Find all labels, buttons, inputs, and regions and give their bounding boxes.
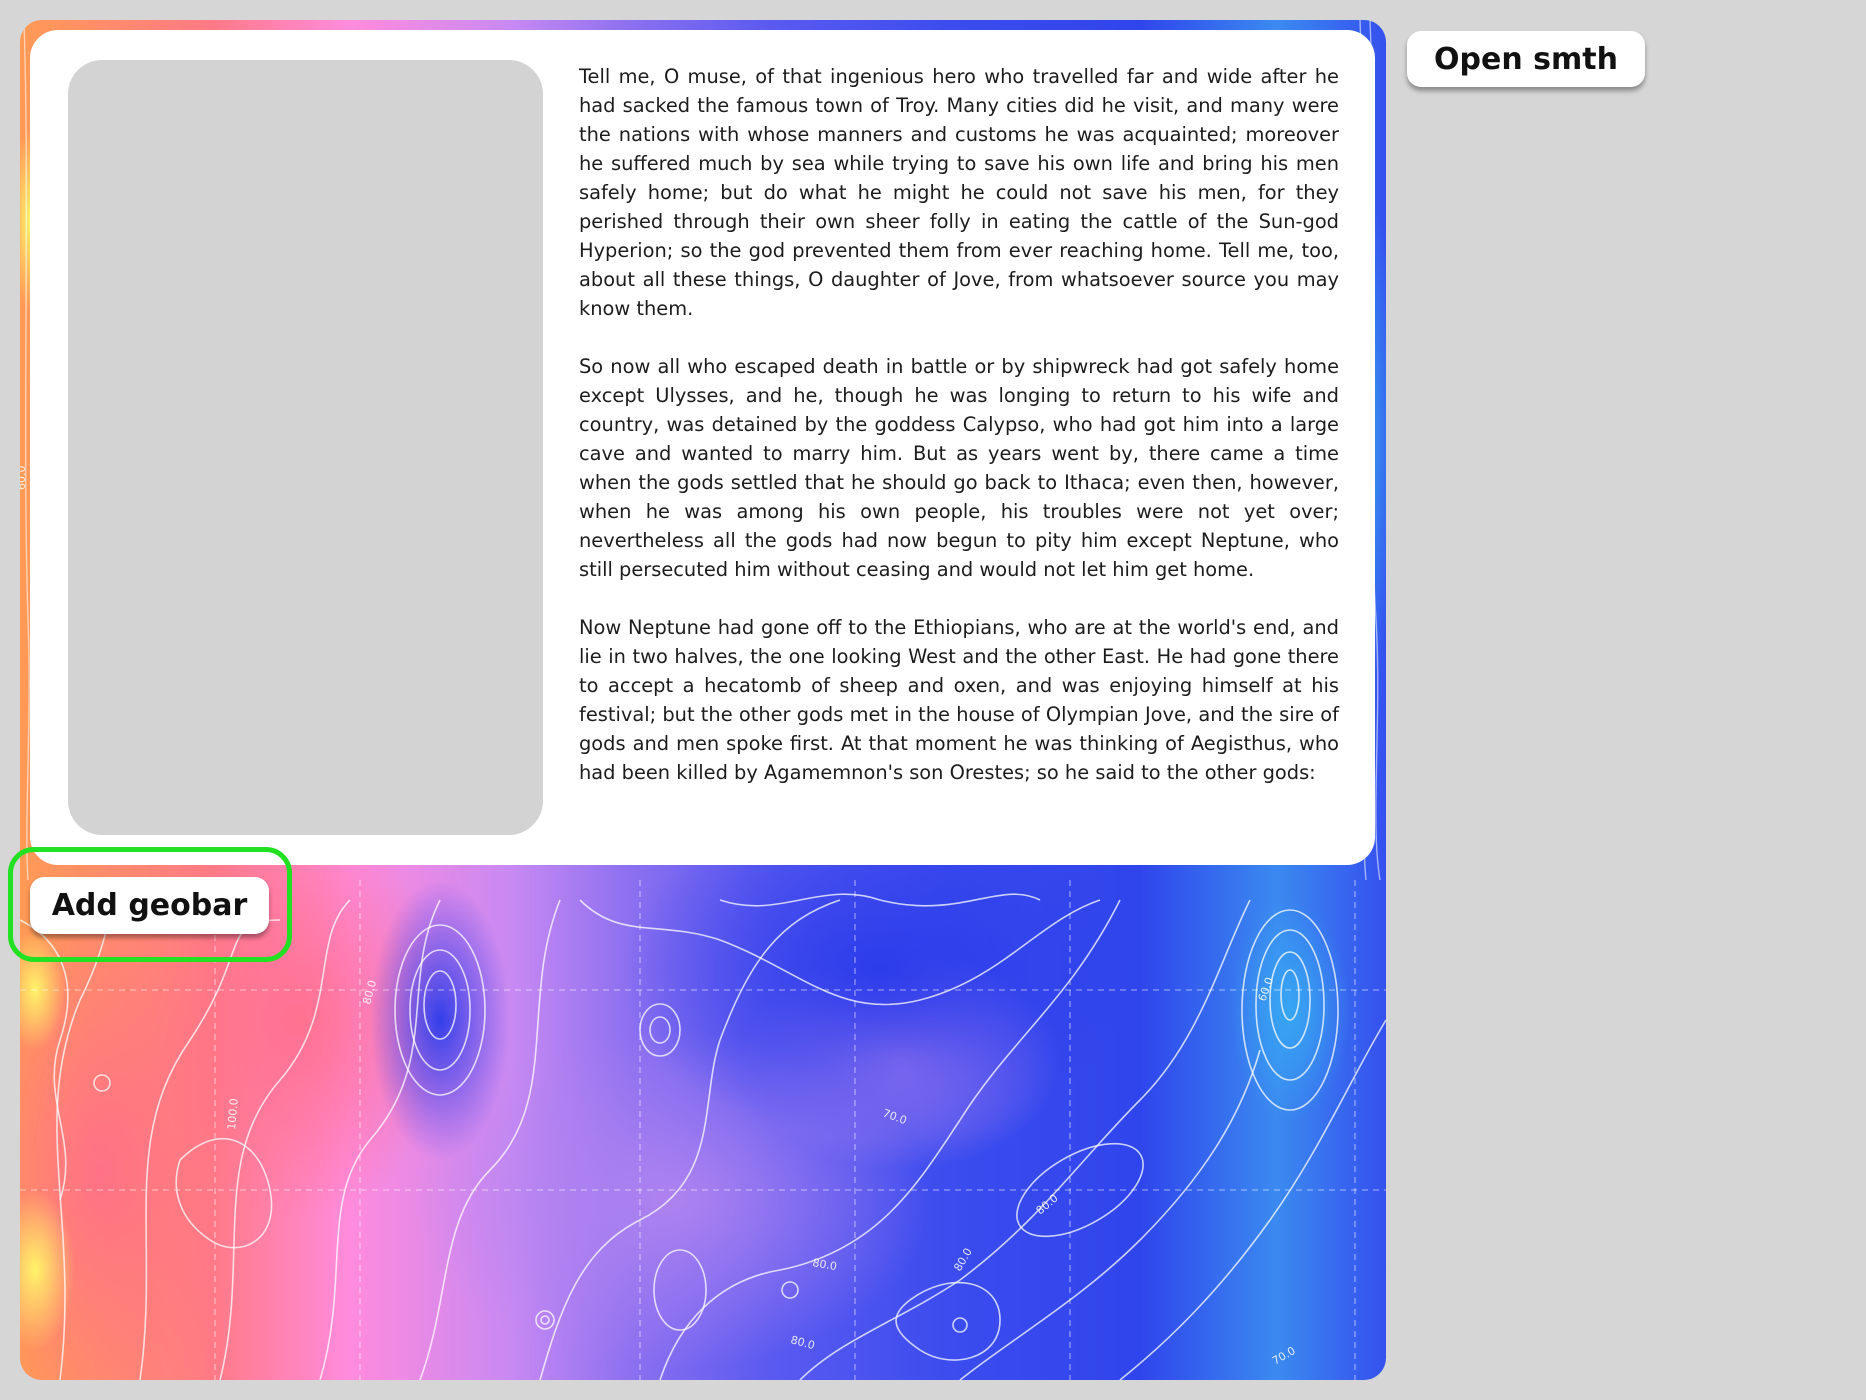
contour-label: 100.0	[225, 1098, 241, 1131]
contour-label: 80.0	[1034, 1192, 1061, 1218]
contour-label: 60.0	[20, 466, 28, 491]
article-paragraph: Now Neptune had gone off to the Ethiopia…	[579, 616, 1339, 784]
open-button[interactable]: Open smth	[1407, 31, 1645, 87]
add-geobar-button[interactable]: Add geobar	[30, 877, 269, 934]
contour-label: 70.0	[1270, 1344, 1298, 1368]
article-paragraph: So now all who escaped death in battle o…	[579, 355, 1339, 581]
content-card: Tell me, O muse, of that ingenious hero …	[30, 30, 1375, 865]
image-placeholder	[68, 60, 543, 835]
article-paragraph: Tell me, O muse, of that ingenious hero …	[579, 65, 1339, 320]
contour-label: 80.0	[951, 1246, 975, 1274]
app-root: 80.0 100.0 70.0 80.0 80.0 80.0 80.0 60.0…	[0, 0, 1866, 1400]
article-text: Tell me, O muse, of that ingenious hero …	[579, 62, 1339, 816]
